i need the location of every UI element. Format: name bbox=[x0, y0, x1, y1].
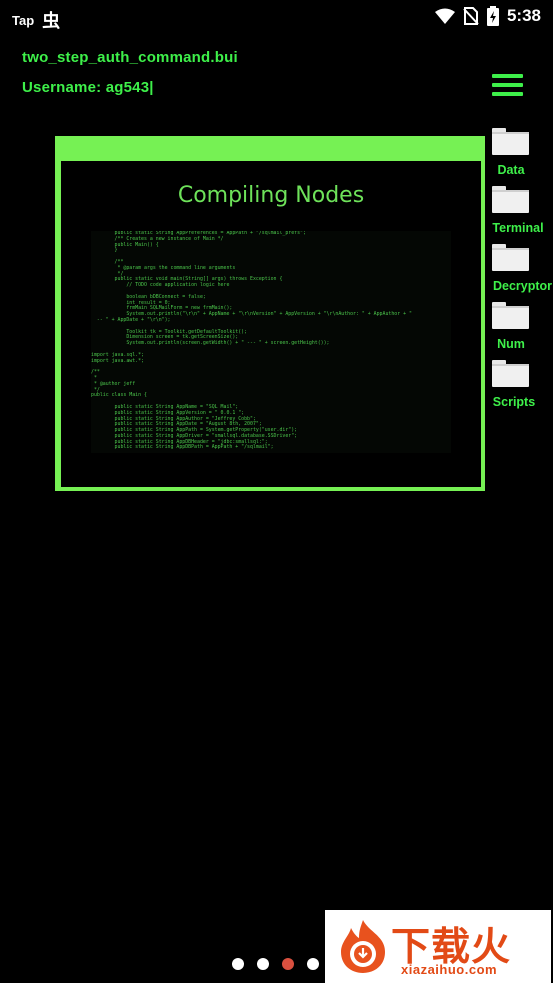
folder-icon bbox=[492, 186, 529, 213]
page-dot[interactable] bbox=[232, 958, 244, 970]
folder-icon bbox=[492, 244, 529, 271]
battery-icon bbox=[486, 6, 499, 26]
folder-label: Scripts bbox=[492, 395, 536, 409]
folder-label: Num bbox=[497, 337, 525, 351]
carrier-label: Tap bbox=[12, 12, 35, 28]
clock: 5:38 bbox=[506, 6, 541, 25]
file-name-label: two_step_auth_command.bui bbox=[22, 49, 238, 66]
menu-bar bbox=[492, 83, 523, 87]
folder-label: Decryptor bbox=[493, 279, 553, 293]
fire-logo-icon bbox=[341, 920, 385, 973]
folder-icon bbox=[492, 360, 529, 387]
notification-bug-icon: 虫 bbox=[42, 11, 61, 31]
page-indicator bbox=[232, 958, 319, 970]
status-left: Tap 虫 bbox=[12, 7, 60, 33]
page-dot[interactable] bbox=[307, 958, 319, 970]
folder-icon bbox=[492, 302, 529, 329]
status-bar: Tap 虫 5:38 bbox=[0, 0, 553, 34]
menu-bar bbox=[492, 74, 523, 78]
folder-label: Terminal bbox=[492, 221, 544, 235]
watermark-logo: 下载火 xiazaihuo.com bbox=[325, 910, 551, 983]
page-dot-active[interactable] bbox=[282, 958, 294, 970]
compiling-window[interactable]: Compiling Nodes public static String App… bbox=[55, 136, 485, 491]
no-sim-icon bbox=[463, 7, 479, 25]
folder-num[interactable]: Num bbox=[491, 302, 533, 351]
folder-scripts[interactable]: Scripts bbox=[491, 360, 535, 409]
status-right: 5:38 bbox=[434, 6, 541, 26]
code-block: public static String AppPreferences = Ap… bbox=[91, 231, 451, 453]
watermark-url: xiazaihuo.com bbox=[401, 962, 498, 977]
page-dot[interactable] bbox=[257, 958, 269, 970]
window-title: Compiling Nodes bbox=[177, 183, 365, 208]
hamburger-menu-icon[interactable] bbox=[492, 74, 523, 98]
folder-terminal[interactable]: Terminal bbox=[491, 186, 544, 235]
username-label: Username: ag543| bbox=[22, 79, 154, 96]
folder-icon bbox=[492, 128, 529, 155]
window-content: Compiling Nodes public static String App… bbox=[61, 161, 481, 487]
wifi-icon bbox=[434, 8, 455, 24]
folder-data[interactable]: Data bbox=[491, 128, 533, 177]
folder-label: Data bbox=[497, 163, 525, 177]
folder-decryptor[interactable]: Decryptor bbox=[491, 244, 552, 293]
menu-bar bbox=[492, 92, 523, 96]
code-line: public static String AppDBPath = AppPath… bbox=[91, 444, 274, 451]
